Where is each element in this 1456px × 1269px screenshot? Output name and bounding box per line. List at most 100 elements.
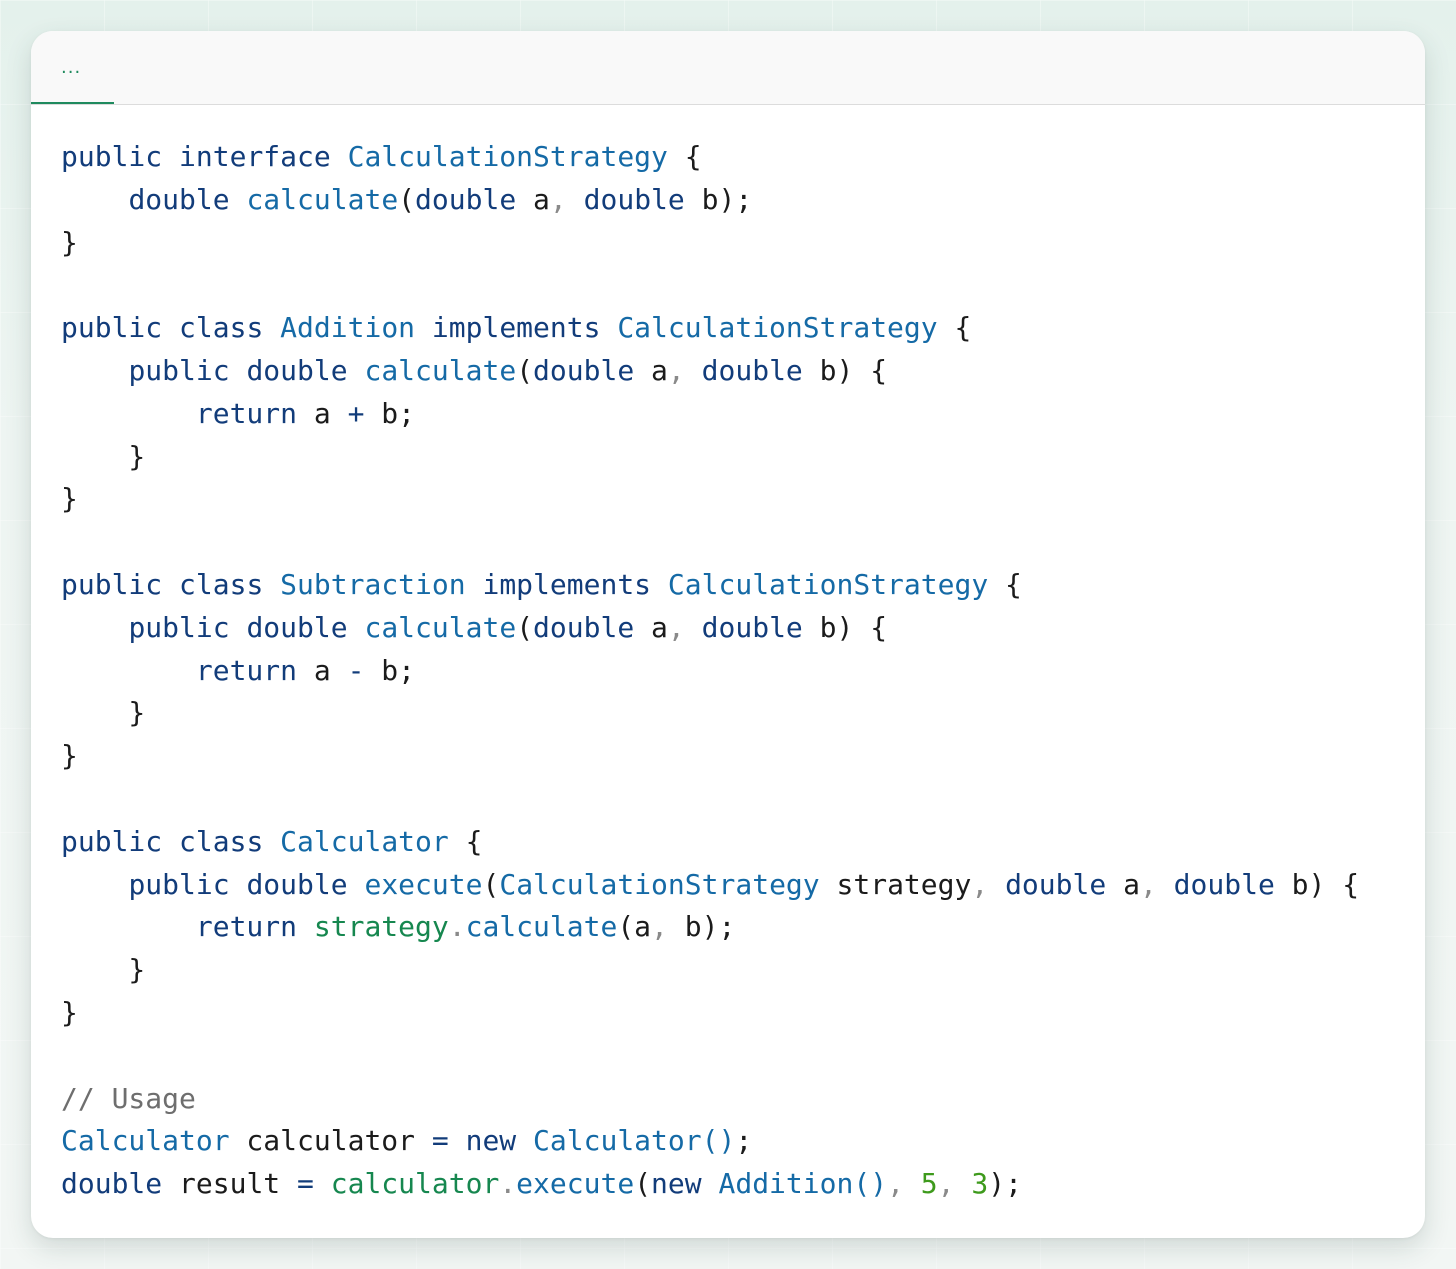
code-token: a [297, 396, 348, 430]
code-token: b); [667, 910, 736, 944]
code-token: (a [617, 910, 652, 944]
code-token: double [701, 610, 803, 644]
code-token: double [1005, 867, 1107, 901]
code-line: } [61, 478, 1359, 521]
code-token: // Usage [61, 1081, 196, 1115]
code-token: b) { [802, 353, 888, 387]
code-tab[interactable]: ... [31, 31, 114, 104]
code-tab-bar: ... [31, 31, 1425, 105]
code-line: public class Subtraction implements Calc… [61, 564, 1359, 607]
code-content[interactable]: public interface CalculationStrategy { d… [61, 136, 1359, 1206]
code-line: public class Addition implements Calcula… [61, 307, 1359, 350]
code-line: } [61, 735, 1359, 778]
code-line: public double execute(CalculationStrateg… [61, 864, 1359, 907]
code-token: double [246, 867, 348, 901]
code-token: a [297, 653, 348, 687]
code-token: double [246, 353, 348, 387]
code-token: return [195, 910, 298, 944]
code-token: class [179, 311, 264, 345]
code-token: , [549, 182, 567, 216]
code-token: double [415, 182, 517, 216]
code-token: implements [431, 311, 601, 345]
code-line: } [61, 436, 1359, 479]
code-token: , [1139, 867, 1157, 901]
code-token: b); [684, 182, 753, 216]
code-line: return a - b; [61, 650, 1359, 693]
code-token: } [61, 225, 78, 259]
code-token: } [61, 439, 146, 473]
code-token: Subtraction [280, 567, 466, 601]
code-token: , [937, 1167, 955, 1201]
code-token: ( [482, 867, 500, 901]
code-line: return a + b; [61, 393, 1359, 436]
code-token: public [61, 311, 163, 345]
code-line: } [61, 222, 1359, 265]
code-token: implements [482, 567, 652, 601]
code-token: } [61, 953, 146, 987]
code-token: double [1173, 867, 1275, 901]
code-token: ); [988, 1167, 1022, 1201]
code-token: = [431, 1124, 449, 1158]
code-token: class [179, 824, 264, 858]
code-line: public double calculate(double a, double… [61, 607, 1359, 650]
code-token: Calculator [61, 1124, 230, 1158]
code-token: - [347, 653, 365, 687]
code-token: a [1106, 867, 1140, 901]
code-token: double [583, 182, 685, 216]
code-token: 3 [971, 1167, 989, 1201]
code-token: public [128, 867, 230, 901]
code-token: new [465, 1124, 517, 1158]
code-line: double result = calculator.execute(new A… [61, 1163, 1359, 1206]
code-tab-label: ... [61, 57, 82, 78]
code-token: strategy [313, 910, 449, 944]
code-token: ( [398, 182, 416, 216]
code-token: public [128, 610, 230, 644]
code-token: a [634, 353, 668, 387]
code-token: public [61, 567, 163, 601]
code-line: public class Calculator { [61, 821, 1359, 864]
code-token: public [61, 140, 163, 173]
code-token: double [533, 610, 635, 644]
code-token: b; [364, 653, 416, 687]
code-token: { [988, 567, 1022, 601]
code-token: , [651, 910, 668, 944]
code-token: 5 [920, 1167, 938, 1201]
code-token: , [887, 1167, 904, 1201]
code-line: double calculate(double a, double b); [61, 179, 1359, 222]
code-token: + [347, 396, 365, 430]
code-token: a [516, 182, 550, 216]
code-token: Addition() [718, 1167, 888, 1201]
code-token: double [533, 353, 635, 387]
code-token: CalculationStrategy [617, 311, 938, 345]
code-token: . [448, 910, 466, 944]
code-token: strategy [819, 867, 972, 901]
code-token: double [701, 353, 803, 387]
